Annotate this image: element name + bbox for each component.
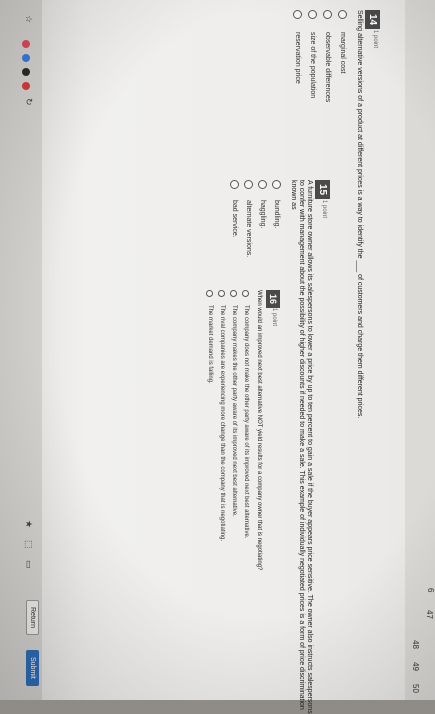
question-number: 16 bbox=[266, 290, 280, 309]
extension-icon[interactable] bbox=[22, 54, 30, 62]
extension-icon[interactable] bbox=[22, 40, 30, 48]
extension-icon[interactable]: ★ bbox=[23, 520, 34, 528]
question-16: 16 1 point When would an improved next b… bbox=[0, 0, 435, 700]
option-label: The market demand is falling. bbox=[207, 305, 213, 384]
arrow-icon[interactable]: ↻ bbox=[23, 98, 34, 106]
extension-icon[interactable] bbox=[22, 82, 30, 90]
radio-option-rival-change[interactable] bbox=[218, 290, 225, 297]
star-icon[interactable]: ☆ bbox=[23, 15, 34, 23]
submit-button[interactable]: Submit bbox=[26, 650, 39, 686]
option-label: The rival companies are experiencing mor… bbox=[219, 305, 225, 542]
rotated-screen: 48 49 50 6 47 14 1 point Selling alterna… bbox=[0, 0, 435, 714]
option-label: The company does not make the other part… bbox=[243, 305, 249, 539]
radio-option-not-aware[interactable] bbox=[242, 290, 249, 297]
radio-option-demand-falling[interactable] bbox=[206, 290, 213, 297]
question-points: 1 point bbox=[271, 308, 277, 327]
extension-icon[interactable] bbox=[22, 68, 30, 76]
extension-icon[interactable]: ⬚ bbox=[23, 540, 34, 549]
browser-toolbar: Return Submit ☆ ↻ ★ ⬚ ▭ bbox=[0, 0, 42, 700]
question-text: When would an improved next best alterna… bbox=[256, 290, 262, 571]
return-button[interactable]: Return bbox=[26, 600, 39, 636]
extension-icon[interactable]: ▭ bbox=[23, 560, 34, 569]
radio-option-aware[interactable] bbox=[230, 290, 237, 297]
option-label: The company makes the other party aware … bbox=[231, 305, 237, 517]
